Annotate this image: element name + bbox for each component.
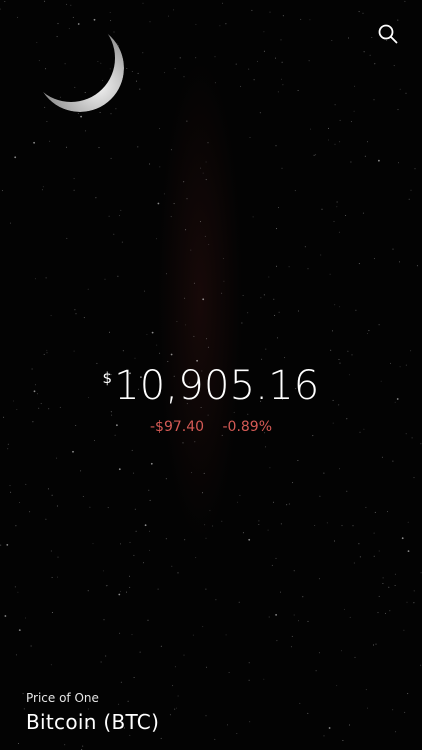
crescent-moon-icon: [38, 28, 124, 112]
price-value: 10,905.16: [114, 363, 320, 409]
currency-symbol: $: [102, 369, 113, 387]
asset-caption: Price of One: [26, 691, 99, 705]
asset-footer[interactable]: Price of One Bitcoin (BTC): [26, 692, 159, 732]
change-amount: -$97.40: [149, 419, 205, 435]
search-icon: [378, 24, 398, 44]
price-change: -$97.40 -0.89%: [0, 420, 422, 434]
price-line: $ 10,905.16: [103, 366, 320, 406]
price-block: $ 10,905.16 -$97.40 -0.89%: [0, 366, 422, 434]
screen: $ 10,905.16 -$97.40 -0.89% Price of One …: [0, 0, 422, 750]
search-button[interactable]: [376, 22, 400, 46]
asset-name[interactable]: Bitcoin (BTC): [26, 712, 159, 732]
change-percent: -0.89%: [222, 419, 273, 435]
